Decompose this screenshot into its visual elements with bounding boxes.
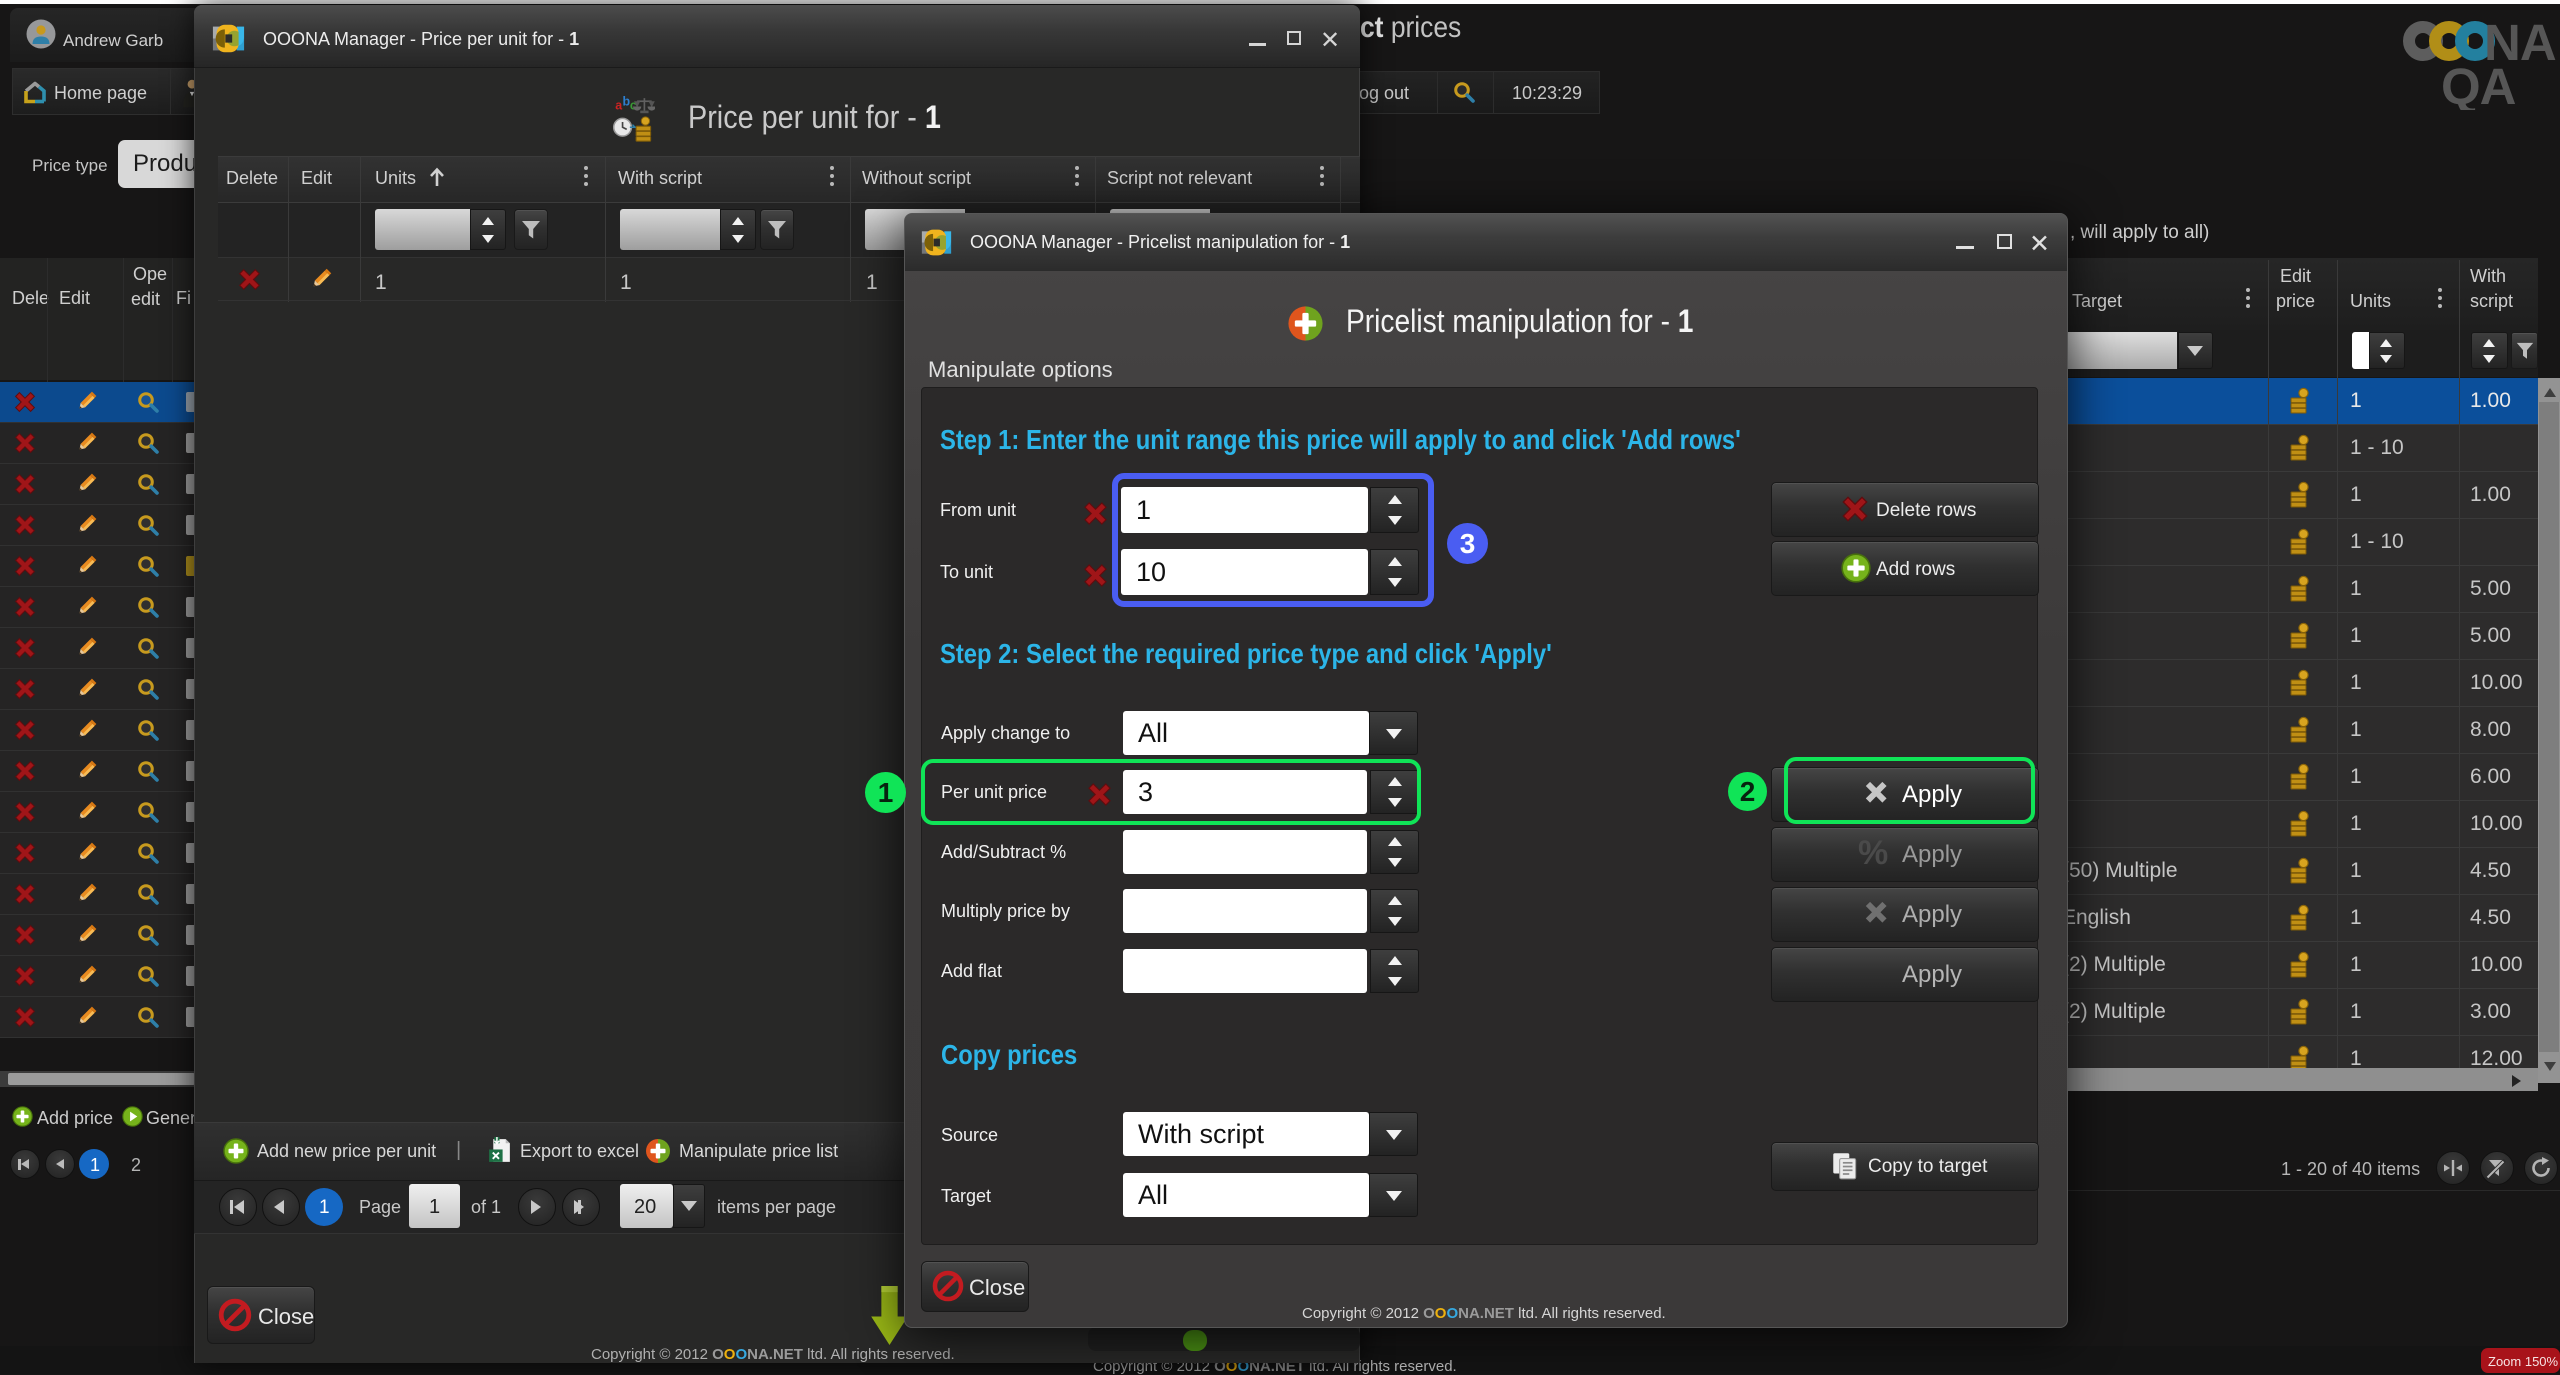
svg-text:QA: QA <box>2441 58 2516 110</box>
